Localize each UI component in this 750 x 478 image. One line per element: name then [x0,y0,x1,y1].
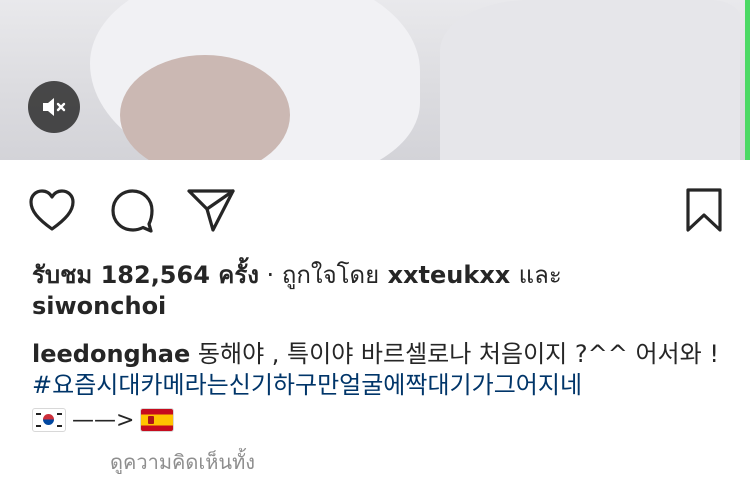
bookmark-icon [686,188,722,232]
send-icon [187,189,235,232]
like-button[interactable] [27,185,77,235]
separator: · [258,261,282,289]
likes-line: รับชม 182,564 ครั้ง · ถูกใจโดย xxteukxx … [32,260,722,291]
spain-flag-icon [140,408,175,432]
korea-flag-icon [32,408,66,432]
speaker-muted-icon [43,98,66,116]
caption-text: 동해야 , 특이야 바르셀로나 처음이지 ?^^ 어서와 ! [190,340,719,368]
post-actions-bar [0,185,750,235]
second-user-link[interactable]: siwonchoi [32,291,722,322]
video-frame-region [440,0,740,160]
mute-button[interactable] [28,81,80,133]
post-meta: รับชม 182,564 ครั้ง · ถูกใจโดย xxteukxx … [32,260,722,322]
comment-icon [111,189,154,233]
post-caption: leedonghae 동해야 , 특이야 바르셀로나 처음이지 ?^^ 어서와 … [32,339,722,401]
caption-username-link[interactable]: leedonghae [32,340,190,368]
view-comments-link[interactable]: ดูความคิดเห็นทั้ง [110,446,255,478]
save-button[interactable] [679,185,729,235]
caption-emoji-line: ——> [32,405,175,435]
and-label: และ [518,261,562,289]
liked-by-prefix: ถูกใจโดย [281,261,380,289]
liked-user-link[interactable]: xxteukxx [388,261,511,289]
views-count[interactable]: รับชม 182,564 ครั้ง [32,261,259,289]
arrow-text: ——> [72,407,135,433]
share-button[interactable] [186,185,236,235]
comment-button[interactable] [107,185,157,235]
video-player[interactable] [0,0,750,160]
video-edge-indicator [745,0,750,160]
hashtag-link[interactable]: #요즘시대카메라는신기하구만얼굴에짝대기가그어지네 [32,371,582,399]
heart-icon [29,189,75,231]
